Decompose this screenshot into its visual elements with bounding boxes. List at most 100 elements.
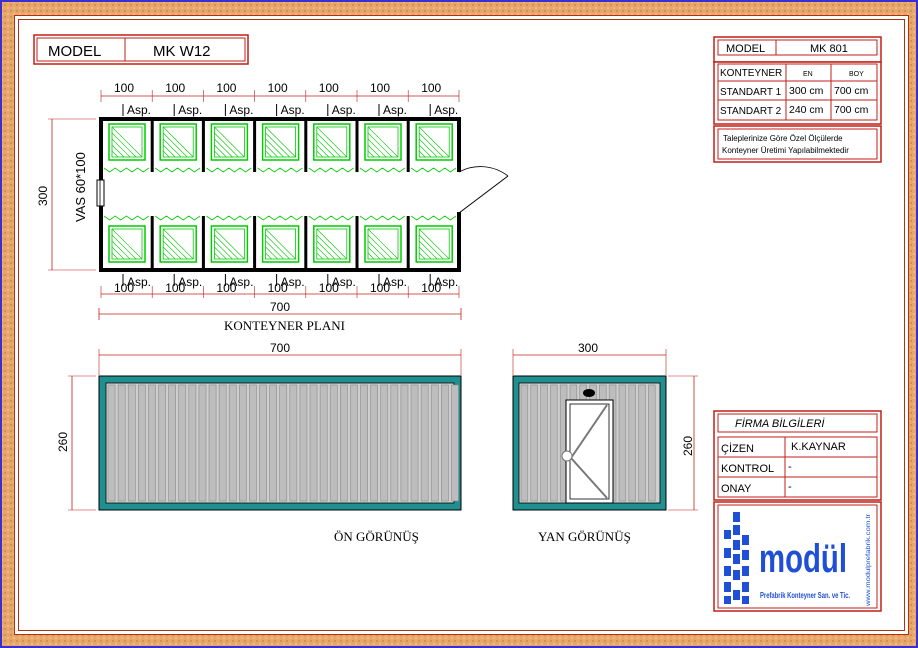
spec-row1-boy: 700 cm [834, 85, 869, 97]
wall-rib [127, 384, 136, 502]
wall-rib [648, 384, 656, 502]
wall-rib [259, 384, 267, 502]
wall-rib [138, 384, 146, 502]
firm-row1-value: K.KAYNAR [791, 441, 846, 453]
plan-dim-bottom: 100 [421, 281, 441, 295]
company-logo: modül Prefabrik Konteyner San. ve Tic. w… [713, 501, 882, 612]
door-lamp [583, 389, 595, 397]
side-width-dim: 300 [578, 341, 598, 355]
door-handle [561, 450, 573, 462]
wall-rib [218, 384, 227, 502]
front-width-dim: 700 [270, 341, 290, 355]
spec-row1-name: STANDART 1 [720, 87, 782, 98]
spec-row1-en: 300 cm [789, 85, 824, 97]
logo-url: www.modulprefabrik.com.tr [866, 514, 872, 607]
wall-rib [540, 384, 548, 502]
side-height-dim: 260 [681, 436, 695, 456]
wall-rib [168, 384, 177, 502]
spec-box: MODEL MK 801 KONTEYNER EN BOY STANDART 1… [713, 36, 882, 163]
plan-title: KONTEYNER PLANI [224, 318, 345, 333]
logo-tagline: Prefabrik Konteyner San. ve Tic. [760, 591, 850, 600]
wall-rib [299, 384, 308, 502]
spec-row2-name: STANDART 2 [720, 106, 782, 117]
wall-rib [148, 384, 156, 502]
asp-label-top: Asp. [178, 103, 202, 117]
wall-rib [440, 384, 449, 502]
asp-label-top: Asp. [127, 103, 151, 117]
wall-rib [451, 384, 459, 502]
wall-rib [158, 384, 166, 502]
plan-dim-bottom: 100 [319, 281, 339, 295]
wall-rib [188, 384, 197, 502]
wall-rib [410, 384, 419, 502]
plan-dim-top: 100 [114, 81, 134, 95]
plan-dim-bottom: 100 [165, 281, 185, 295]
spec-col1: KONTEYNER [720, 68, 782, 79]
plan-height-dim: 300 [36, 186, 50, 206]
plan-dim-top: 100 [268, 81, 288, 95]
wall-rib [107, 384, 116, 502]
firm-row3-label: ONAY [721, 483, 752, 495]
wall-rib [309, 384, 318, 502]
wall-rib [380, 384, 389, 502]
front-height-dim: 260 [56, 432, 70, 452]
firm-row2-value: - [788, 461, 792, 473]
wall-rib [279, 384, 288, 502]
asp-label-top: Asp. [383, 103, 407, 117]
side-view: 300 260 YAN GÖRÜNÜŞ [512, 341, 698, 544]
asp-label-top: Asp. [281, 103, 305, 117]
plan-dim-top: 100 [319, 81, 339, 95]
wall-rib [628, 384, 636, 502]
plan-dim-top: 100 [370, 81, 390, 95]
asp-label-top: Asp. [434, 103, 458, 117]
plan-dim-top: 100 [216, 81, 236, 95]
wall-rib [618, 384, 627, 502]
container-plan: Asp.Asp.Asp.Asp.Asp.Asp.Asp.Asp.Asp.Asp.… [36, 81, 509, 333]
wall-rib [530, 384, 538, 502]
wall-rib [370, 384, 379, 502]
wall-rib [178, 384, 187, 502]
firm-row3-value: - [788, 481, 792, 493]
wall-rib [249, 384, 257, 502]
plan-dim-bottom: 100 [268, 281, 288, 295]
spec-col2: EN [803, 71, 813, 78]
plan-dim-top: 100 [165, 81, 185, 95]
side-view-title: YAN GÖRÜNÜŞ [538, 529, 631, 544]
wall-rib [117, 384, 126, 502]
asp-label-top: Asp. [229, 103, 253, 117]
wall-rib [289, 384, 298, 502]
wall-rib [400, 384, 409, 502]
technical-drawing: MODEL MK W12 MODEL MK 801 KONTEYNER EN B… [33, 34, 882, 612]
firm-row2-label: KONTROL [721, 463, 774, 475]
spec-row2-boy: 700 cm [834, 104, 869, 116]
spec-row2-en: 240 cm [789, 104, 824, 116]
wall-rib [350, 384, 358, 502]
spec-note-line1: Taleplerinize Göre Özel Ölçülerde [723, 134, 843, 143]
wall-rib [319, 384, 328, 502]
wall-rib [339, 384, 348, 502]
plan-dim-bottom: 100 [216, 281, 236, 295]
wall-rib [329, 384, 338, 502]
firm-info-box: FİRMA BİLGİLERİ ÇİZEN K.KAYNAR KONTROL -… [713, 410, 882, 501]
firm-row1-label: ÇİZEN [721, 442, 754, 455]
wall-rib [269, 384, 278, 502]
sink [96, 179, 105, 207]
plan-total-width: 700 [270, 300, 290, 314]
wall-rib [198, 384, 207, 502]
wall-rib [208, 384, 217, 502]
wall-rib [550, 384, 558, 502]
wall-rib [430, 384, 439, 502]
wall-rib [520, 384, 529, 502]
sink-label: VAS 60*100 [73, 152, 88, 222]
plan-dim-bottom: 100 [114, 281, 134, 295]
spec-note-line2: Konteyner Üretimi Yapılabilmektedir [722, 146, 849, 155]
logo-brand: modül [759, 537, 847, 581]
model-value: MK W12 [153, 43, 211, 60]
plan-dim-bottom: 100 [370, 281, 390, 295]
model-label: MODEL [48, 43, 101, 60]
wall-rib [228, 384, 237, 502]
front-view-title: ÖN GÖRÜNÜŞ [334, 529, 419, 544]
plan-dim-top: 100 [421, 81, 441, 95]
spec-model-label: MODEL [726, 43, 765, 55]
door-swing-arc [458, 166, 509, 177]
